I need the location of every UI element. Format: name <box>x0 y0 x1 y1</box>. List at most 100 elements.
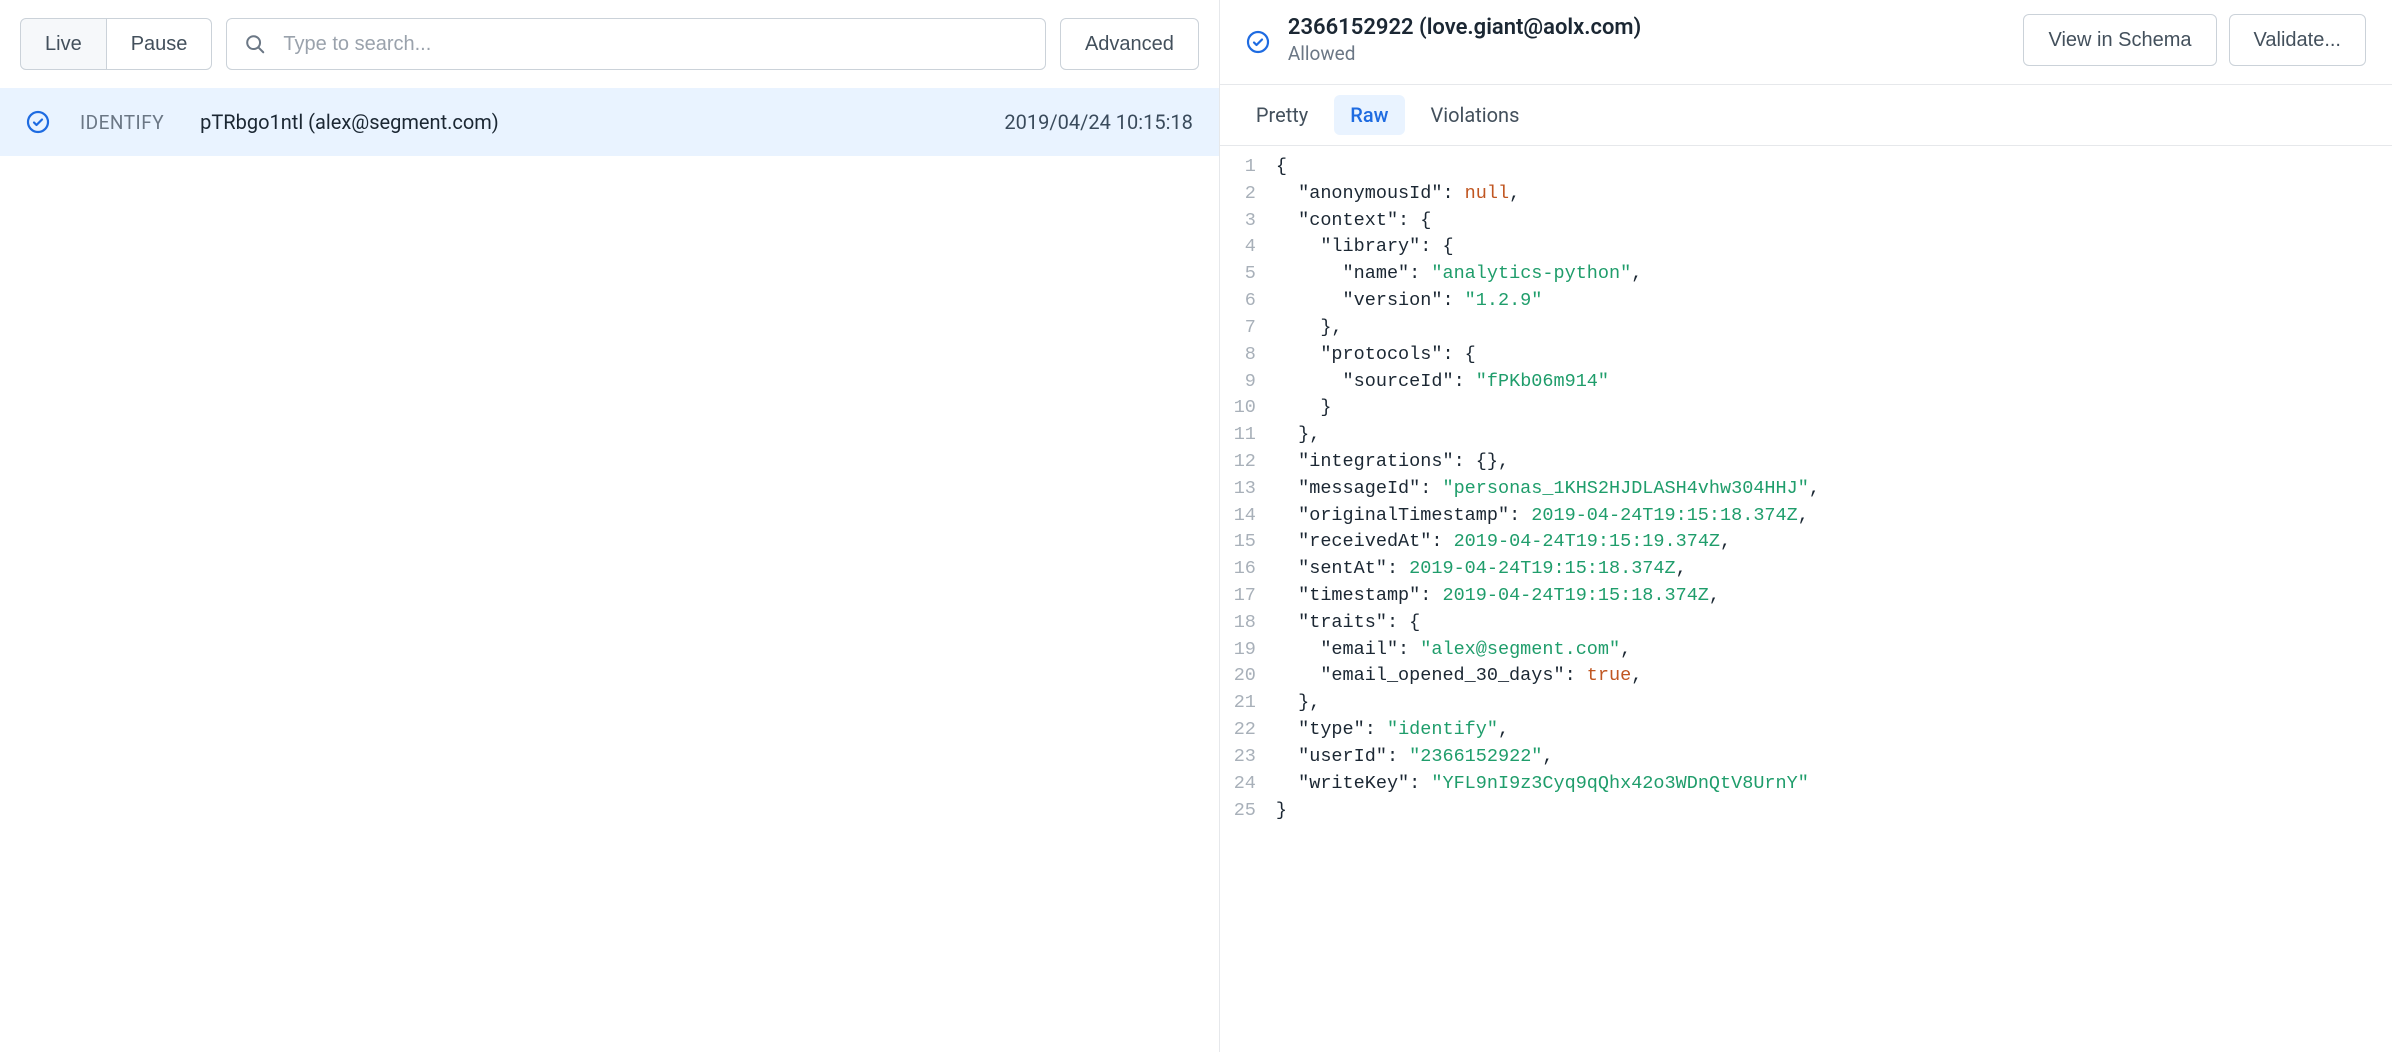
line-number: 5 <box>1220 261 1276 288</box>
pause-button[interactable]: Pause <box>107 18 213 70</box>
line-content: "timestamp": 2019-04-24T19:15:18.374Z, <box>1276 583 1720 610</box>
app-root: Live Pause Advanced <box>0 0 2392 1052</box>
line-number: 24 <box>1220 771 1276 798</box>
line-number: 8 <box>1220 342 1276 369</box>
code-line: 1{ <box>1220 154 2392 181</box>
line-number: 1 <box>1220 154 1276 181</box>
line-content: "userId": "2366152922", <box>1276 744 1554 771</box>
code-line: 15 "receivedAt": 2019-04-24T19:15:19.374… <box>1220 529 2392 556</box>
tab-raw[interactable]: Raw <box>1334 95 1404 135</box>
line-number: 6 <box>1220 288 1276 315</box>
line-content: "email": "alex@segment.com", <box>1276 637 1631 664</box>
tab-violations[interactable]: Violations <box>1415 95 1536 135</box>
line-number: 14 <box>1220 503 1276 530</box>
code-line: 9 "sourceId": "fPKb06m914" <box>1220 369 2392 396</box>
code-line: 20 "email_opened_30_days": true, <box>1220 663 2392 690</box>
code-line: 4 "library": { <box>1220 234 2392 261</box>
live-button[interactable]: Live <box>20 18 107 70</box>
line-number: 13 <box>1220 476 1276 503</box>
code-line: 5 "name": "analytics-python", <box>1220 261 2392 288</box>
line-content: }, <box>1276 690 1320 717</box>
code-line: 13 "messageId": "personas_1KHS2HJDLASH4v… <box>1220 476 2392 503</box>
line-content: "email_opened_30_days": true, <box>1276 663 1642 690</box>
detail-header: 2366152922 (love.giant@aolx.com) Allowed… <box>1220 0 2392 85</box>
raw-json-viewer[interactable]: 1{2 "anonymousId": null,3 "context": {4 … <box>1220 146 2392 1052</box>
code-line: 11 }, <box>1220 422 2392 449</box>
code-line: 18 "traits": { <box>1220 610 2392 637</box>
line-number: 23 <box>1220 744 1276 771</box>
line-number: 21 <box>1220 690 1276 717</box>
advanced-button[interactable]: Advanced <box>1060 18 1199 70</box>
search-wrap <box>226 18 1046 70</box>
event-title: pTRbgo1ntl (alex@segment.com) <box>200 110 974 134</box>
code-line: 3 "context": { <box>1220 208 2392 235</box>
code-line: 17 "timestamp": 2019-04-24T19:15:18.374Z… <box>1220 583 2392 610</box>
code-line: 23 "userId": "2366152922", <box>1220 744 2392 771</box>
line-content: "name": "analytics-python", <box>1276 261 1642 288</box>
detail-actions: View in Schema Validate... <box>2023 14 2366 66</box>
code-line: 24 "writeKey": "YFL9nI9z3Cyq9qQhx42o3WDn… <box>1220 771 2392 798</box>
line-number: 4 <box>1220 234 1276 261</box>
detail-titles: 2366152922 (love.giant@aolx.com) Allowed <box>1288 15 2006 65</box>
line-number: 15 <box>1220 529 1276 556</box>
line-number: 7 <box>1220 315 1276 342</box>
line-content: { <box>1276 154 1287 181</box>
events-panel: Live Pause Advanced <box>0 0 1220 1052</box>
line-number: 19 <box>1220 637 1276 664</box>
check-circle-icon <box>26 110 50 134</box>
line-number: 25 <box>1220 798 1276 825</box>
code-line: 19 "email": "alex@segment.com", <box>1220 637 2392 664</box>
line-number: 10 <box>1220 395 1276 422</box>
line-content: "type": "identify", <box>1276 717 1509 744</box>
line-number: 2 <box>1220 181 1276 208</box>
line-content: }, <box>1276 422 1320 449</box>
line-content: "originalTimestamp": 2019-04-24T19:15:18… <box>1276 503 1809 530</box>
line-number: 9 <box>1220 369 1276 396</box>
code-line: 2 "anonymousId": null, <box>1220 181 2392 208</box>
check-circle-icon <box>1246 30 1270 54</box>
validate-button[interactable]: Validate... <box>2229 14 2366 66</box>
line-content: "sentAt": 2019-04-24T19:15:18.374Z, <box>1276 556 1687 583</box>
line-content: } <box>1276 798 1287 825</box>
search-icon <box>244 33 266 55</box>
code-line: 8 "protocols": { <box>1220 342 2392 369</box>
search-input[interactable] <box>226 18 1046 70</box>
line-number: 3 <box>1220 208 1276 235</box>
line-content: "traits": { <box>1276 610 1420 637</box>
line-number: 18 <box>1220 610 1276 637</box>
line-content: "anonymousId": null, <box>1276 181 1520 208</box>
line-content: "library": { <box>1276 234 1454 261</box>
line-number: 16 <box>1220 556 1276 583</box>
code-line: 21 }, <box>1220 690 2392 717</box>
code-line: 22 "type": "identify", <box>1220 717 2392 744</box>
line-content: "context": { <box>1276 208 1431 235</box>
code-line: 10 } <box>1220 395 2392 422</box>
detail-title: 2366152922 (love.giant@aolx.com) <box>1288 15 2006 40</box>
line-content: "messageId": "personas_1KHS2HJDLASH4vhw3… <box>1276 476 1820 503</box>
tab-pretty[interactable]: Pretty <box>1240 95 1324 135</box>
line-number: 22 <box>1220 717 1276 744</box>
detail-tabs: Pretty Raw Violations <box>1220 85 2392 146</box>
line-content: "writeKey": "YFL9nI9z3Cyq9qQhx42o3WDnQtV… <box>1276 771 1809 798</box>
line-number: 12 <box>1220 449 1276 476</box>
detail-panel: 2366152922 (love.giant@aolx.com) Allowed… <box>1220 0 2392 1052</box>
code-line: 12 "integrations": {}, <box>1220 449 2392 476</box>
line-number: 11 <box>1220 422 1276 449</box>
live-pause-toggle: Live Pause <box>20 18 212 70</box>
code-line: 16 "sentAt": 2019-04-24T19:15:18.374Z, <box>1220 556 2392 583</box>
line-content: "receivedAt": 2019-04-24T19:15:19.374Z, <box>1276 529 1731 556</box>
code-line: 25} <box>1220 798 2392 825</box>
line-number: 17 <box>1220 583 1276 610</box>
line-content: }, <box>1276 315 1343 342</box>
line-content: "integrations": {}, <box>1276 449 1509 476</box>
line-content: "protocols": { <box>1276 342 1476 369</box>
line-content: } <box>1276 395 1332 422</box>
line-number: 20 <box>1220 663 1276 690</box>
line-content: "sourceId": "fPKb06m914" <box>1276 369 1609 396</box>
detail-subtitle: Allowed <box>1288 42 2006 65</box>
code-line: 14 "originalTimestamp": 2019-04-24T19:15… <box>1220 503 2392 530</box>
view-in-schema-button[interactable]: View in Schema <box>2023 14 2216 66</box>
line-content: "version": "1.2.9" <box>1276 288 1542 315</box>
event-row[interactable]: IDENTIFY pTRbgo1ntl (alex@segment.com) 2… <box>0 88 1219 156</box>
event-type-label: IDENTIFY <box>80 111 164 134</box>
